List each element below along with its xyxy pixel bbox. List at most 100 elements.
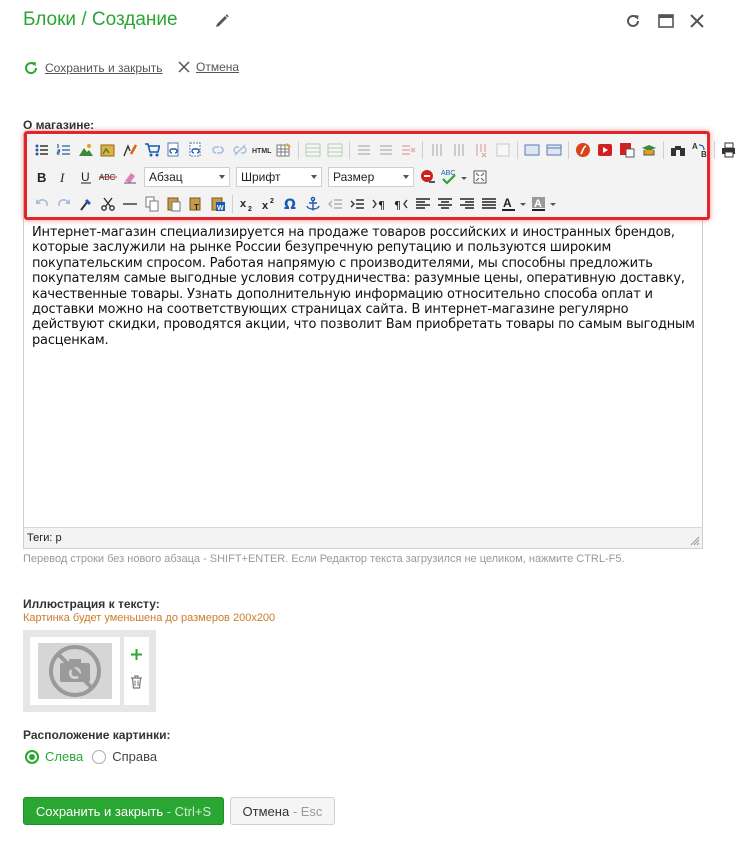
bold-icon[interactable]: B [31,166,53,188]
strikethrough-icon[interactable]: ABC [97,166,119,188]
svg-text:2: 2 [270,198,274,205]
merge-cells-icon[interactable] [521,139,543,161]
svg-text:A: A [534,198,542,210]
anchor-link-icon[interactable] [185,139,207,161]
outdent-icon[interactable] [324,193,346,215]
add-icon[interactable] [130,648,143,661]
toolbar-separator [663,141,664,159]
paste-text-icon[interactable]: T [185,193,207,215]
cut-icon[interactable] [97,193,119,215]
resize-grip-icon[interactable] [690,536,700,546]
page-title: Блоки / Создание [23,9,178,30]
link-icon[interactable] [207,139,229,161]
delete-row-icon[interactable] [397,139,419,161]
media-icon[interactable] [616,139,638,161]
map-icon[interactable] [638,139,660,161]
text-color-icon[interactable]: A [500,193,530,215]
image-preview [30,637,120,705]
split-cells-icon[interactable] [543,139,565,161]
underline-icon[interactable]: U [75,166,97,188]
page-link-icon[interactable] [163,139,185,161]
indent-icon[interactable] [346,193,368,215]
paragraph-style-select[interactable]: Абзац [144,167,230,187]
toolbar-separator [568,141,569,159]
svg-text:¶: ¶ [394,199,401,212]
fullscreen-icon[interactable] [469,166,491,188]
html-icon[interactable]: HTML [251,139,273,161]
radio-right[interactable] [92,749,107,764]
remove-format-icon[interactable] [417,166,439,188]
anchor-icon[interactable] [302,193,324,215]
toolbar-separator [349,141,350,159]
find-icon[interactable] [667,139,689,161]
align-left-icon[interactable] [412,193,434,215]
horizontal-rule-icon[interactable] [119,193,141,215]
undo-icon[interactable] [31,193,53,215]
font-size-value: Размер [333,170,375,184]
svg-text:T: T [194,203,199,212]
save-shortcut-separator: - [163,803,175,819]
trash-icon[interactable] [130,675,143,689]
unlink-icon[interactable] [229,139,251,161]
superscript-icon[interactable]: x2 [258,193,280,215]
image-gallery-icon[interactable] [97,139,119,161]
format-painter-icon[interactable] [75,193,97,215]
cart-icon[interactable] [141,139,163,161]
spellcheck-icon[interactable]: ABC [439,166,469,188]
image-actions [124,637,149,705]
paste-icon[interactable] [163,193,185,215]
no-photo-placeholder [38,643,112,699]
editor-toolbar: HTML AB B I U ABC Абзац Шрифт Размер ABC… [24,131,735,220]
save-close-link[interactable]: Сохранить и закрыть [23,60,162,76]
flash-icon[interactable] [572,139,594,161]
copy-icon[interactable] [141,193,163,215]
spellcheck-brush-icon[interactable] [119,139,141,161]
radio-left-label[interactable]: Слева [45,749,83,764]
subscript-icon[interactable]: x2 [236,193,258,215]
insert-row-after-icon[interactable] [375,139,397,161]
toolbar-separator [422,141,423,159]
insert-col-before-icon[interactable] [426,139,448,161]
cancel-link[interactable]: Отмена [178,60,239,74]
svg-text:¶: ¶ [378,199,385,212]
editor-content[interactable]: Интернет-магазин специализируется на про… [32,225,696,348]
font-select[interactable]: Шрифт [236,167,322,187]
radio-right-label[interactable]: Справа [112,749,157,764]
toolbar-row-2: B I U ABC Абзац Шрифт Размер ABC [31,166,491,188]
paste-word-icon[interactable]: W [207,193,229,215]
svg-text:W: W [217,205,224,212]
font-size-select[interactable]: Размер [328,167,414,187]
replace-icon[interactable]: AB [689,139,711,161]
numbered-list-icon[interactable] [53,139,75,161]
ltr-icon[interactable]: ¶ [368,193,390,215]
insert-col-after-icon[interactable] [448,139,470,161]
align-justify-icon[interactable] [478,193,500,215]
rtl-icon[interactable]: ¶ [390,193,412,215]
pencil-icon[interactable] [214,12,230,28]
toolbar-row-1: HTML AB [31,139,735,161]
video-icon[interactable] [594,139,616,161]
delete-col-icon[interactable] [470,139,492,161]
image-icon[interactable] [75,139,97,161]
bullet-list-icon[interactable] [31,139,53,161]
print-icon[interactable] [718,139,735,161]
close-icon[interactable] [688,12,706,30]
redo-icon[interactable] [53,193,75,215]
maximize-icon[interactable] [657,12,675,30]
insert-row-before-icon[interactable] [353,139,375,161]
background-color-icon[interactable]: A [530,193,560,215]
radio-left[interactable] [25,749,39,764]
svg-text:2: 2 [248,206,252,212]
cell-props-icon[interactable] [492,139,514,161]
refresh-icon[interactable] [624,12,642,30]
table-row-icon[interactable] [324,139,346,161]
italic-icon[interactable]: I [53,166,75,188]
eraser-icon[interactable] [119,166,141,188]
align-right-icon[interactable] [456,193,478,215]
save-close-button[interactable]: Сохранить и закрыть - Ctrl+S [23,797,224,825]
special-chars-icon[interactable]: Ω [280,193,302,215]
align-center-icon[interactable] [434,193,456,215]
table-icon[interactable] [302,139,324,161]
cancel-button[interactable]: Отмена - Esc [230,797,335,825]
table-edit-icon[interactable] [273,139,295,161]
